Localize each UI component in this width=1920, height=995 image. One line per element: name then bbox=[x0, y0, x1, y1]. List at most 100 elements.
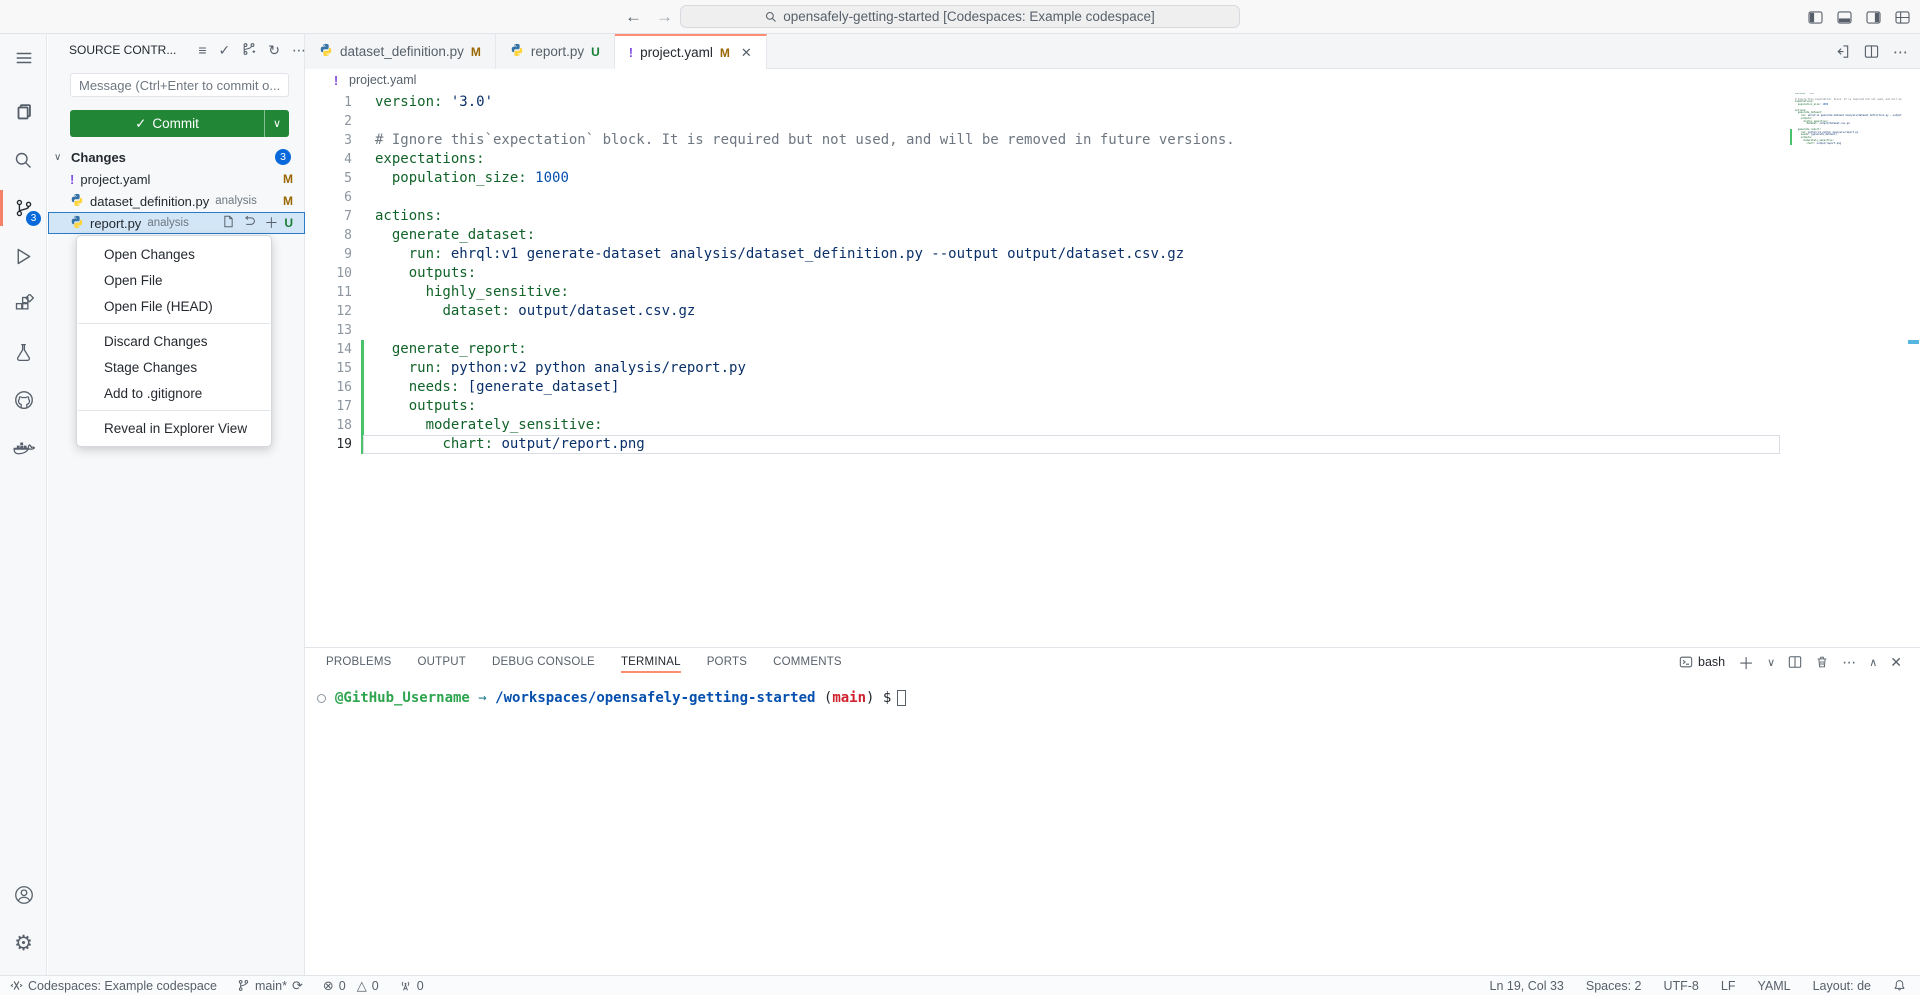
panel-tab-problems[interactable]: PROBLEMS bbox=[326, 648, 392, 676]
panel-tab-debug-console[interactable]: DEBUG CONSOLE bbox=[492, 648, 595, 676]
toggle-sidebar-icon[interactable] bbox=[1808, 11, 1823, 24]
commit-message-input[interactable]: Message (Ctrl+Enter to commit o... bbox=[70, 73, 289, 97]
scm-file-row[interactable]: dataset_definition.pyanalysisM bbox=[48, 190, 305, 212]
code-line[interactable]: 16 needs: [generate_dataset] bbox=[305, 378, 1920, 397]
code-line[interactable]: 1version: '3.0' bbox=[305, 93, 1920, 112]
kill-terminal-trash-icon[interactable] bbox=[1815, 655, 1829, 669]
code-line[interactable]: 7actions: bbox=[305, 207, 1920, 226]
split-editor-icon[interactable] bbox=[1864, 44, 1879, 59]
terminal-shell-label[interactable]: bash bbox=[1679, 655, 1725, 669]
maximize-panel-icon[interactable]: ∧ bbox=[1869, 656, 1877, 669]
editor-tab-dataset_definition.py[interactable]: dataset_definition.pyM bbox=[305, 34, 496, 69]
code-line[interactable]: 10 outputs: bbox=[305, 264, 1920, 283]
code-line[interactable]: 12 dataset: output/dataset.csv.gz bbox=[305, 302, 1920, 321]
more-actions-icon[interactable]: ⋯ bbox=[1893, 43, 1908, 61]
terminal-dropdown-icon[interactable]: ∨ bbox=[1767, 656, 1775, 669]
extensions-icon[interactable] bbox=[0, 280, 47, 328]
refresh-icon[interactable]: ↻ bbox=[268, 43, 280, 57]
language-mode[interactable]: YAML bbox=[1757, 979, 1790, 993]
code-line[interactable]: 8 generate_dataset: bbox=[305, 226, 1920, 245]
search-icon[interactable] bbox=[0, 136, 47, 184]
menu-item-open-file-head-[interactable]: Open File (HEAD) bbox=[77, 293, 271, 319]
indentation[interactable]: Spaces: 2 bbox=[1586, 979, 1642, 993]
more-actions-icon[interactable]: ⋯ bbox=[292, 43, 306, 57]
panel-tab-output[interactable]: OUTPUT bbox=[418, 648, 466, 676]
code-line[interactable]: 4expectations: bbox=[305, 150, 1920, 169]
terminal[interactable]: @GitHub_Username → /workspaces/opensafel… bbox=[317, 690, 906, 706]
ports-indicator[interactable]: 0 bbox=[399, 979, 424, 993]
code-line[interactable]: 6 bbox=[305, 188, 1920, 207]
stage-icon[interactable]: ＋ bbox=[264, 213, 278, 233]
forward-icon[interactable]: → bbox=[656, 7, 673, 27]
menu-item-discard-changes[interactable]: Discard Changes bbox=[77, 328, 271, 354]
scm-file-row[interactable]: report.pyanalysis＋U bbox=[48, 212, 305, 234]
close-panel-icon[interactable]: ✕ bbox=[1890, 654, 1902, 671]
panel-tab-terminal[interactable]: TERMINAL bbox=[621, 648, 681, 676]
back-icon[interactable]: ← bbox=[625, 7, 642, 27]
commit-check-icon[interactable]: ✓ bbox=[219, 43, 231, 57]
menu-item-stage-changes[interactable]: Stage Changes bbox=[77, 354, 271, 380]
new-terminal-icon[interactable]: ＋ bbox=[1738, 650, 1754, 674]
eol[interactable]: LF bbox=[1721, 979, 1736, 993]
accounts-icon[interactable] bbox=[0, 871, 47, 919]
docker-icon[interactable] bbox=[0, 424, 47, 472]
code-line[interactable]: 11 highly_sensitive: bbox=[305, 283, 1920, 302]
keyboard-layout[interactable]: Layout: de bbox=[1813, 979, 1871, 993]
branch-create-icon[interactable] bbox=[242, 42, 256, 58]
code-line[interactable]: 14 generate_report: bbox=[305, 340, 1920, 359]
code-line[interactable]: 5 population_size: 1000 bbox=[305, 169, 1920, 188]
menu-item-reveal-in-explorer-view[interactable]: Reveal in Explorer View bbox=[77, 415, 271, 441]
encoding[interactable]: UTF-8 bbox=[1663, 979, 1698, 993]
menu-icon[interactable] bbox=[0, 34, 47, 82]
testing-icon[interactable] bbox=[0, 328, 47, 376]
github-icon[interactable] bbox=[0, 376, 47, 424]
settings-gear-icon[interactable]: ⚙ bbox=[0, 919, 47, 967]
editor-tab-report.py[interactable]: report.pyU bbox=[496, 34, 615, 69]
editor-tab-project.yaml[interactable]: !project.yamlM✕ bbox=[615, 34, 767, 70]
code-line-current[interactable]: 19 chart: output/report.png bbox=[305, 435, 1920, 454]
code-line[interactable]: 9 run: ehrql:v1 generate-dataset analysi… bbox=[305, 245, 1920, 264]
overview-ruler[interactable] bbox=[1906, 91, 1920, 647]
open-file-icon[interactable] bbox=[222, 215, 235, 231]
menu-item-open-changes[interactable]: Open Changes bbox=[77, 241, 271, 267]
explorer-icon[interactable] bbox=[0, 88, 47, 136]
panel-more-icon[interactable]: ⋯ bbox=[1842, 654, 1856, 671]
breadcrumb[interactable]: ! project.yaml bbox=[305, 69, 1920, 91]
panel-tab-ports[interactable]: PORTS bbox=[707, 648, 747, 676]
close-tab-icon[interactable]: ✕ bbox=[741, 45, 752, 61]
code-line[interactable]: 13 bbox=[305, 321, 1920, 340]
menu-item-open-file[interactable]: Open File bbox=[77, 267, 271, 293]
cursor-position[interactable]: Ln 19, Col 33 bbox=[1490, 979, 1564, 993]
line-number: 8 bbox=[305, 226, 352, 245]
split-terminal-icon[interactable] bbox=[1788, 655, 1802, 669]
customize-layout-icon[interactable] bbox=[1895, 11, 1910, 24]
menu-item-add-to-gitignore[interactable]: Add to .gitignore bbox=[77, 380, 271, 406]
panel-tab-comments[interactable]: COMMENTS bbox=[773, 648, 842, 676]
run-debug-icon[interactable] bbox=[0, 232, 47, 280]
minimap[interactable]: version: '3.0'# Ignore this`expectation`… bbox=[1790, 93, 1902, 163]
view-as-list-icon[interactable]: ≡ bbox=[198, 43, 206, 57]
notifications-bell-icon[interactable] bbox=[1893, 979, 1906, 992]
scm-file-row[interactable]: !project.yamlM bbox=[48, 168, 305, 190]
code-line[interactable]: 3# Ignore this`expectation` block. It is… bbox=[305, 131, 1920, 150]
branch-indicator[interactable]: main* ⟳ bbox=[237, 978, 303, 994]
open-changes-icon[interactable] bbox=[1835, 44, 1850, 59]
toggle-panel-icon[interactable] bbox=[1837, 11, 1852, 24]
code-line[interactable]: 15 run: python:v2 python analysis/report… bbox=[305, 359, 1920, 378]
code-line[interactable]: 2 bbox=[305, 112, 1920, 131]
source-control-icon[interactable]: 3 bbox=[0, 184, 47, 232]
code-line[interactable]: 17 outputs: bbox=[305, 397, 1920, 416]
tab-label: project.yaml bbox=[640, 45, 713, 60]
git-status-letter: M bbox=[283, 194, 293, 208]
discard-icon[interactable] bbox=[243, 215, 256, 231]
remote-indicator[interactable]: Codespaces: Example codespace bbox=[10, 979, 217, 993]
code-line[interactable]: 18 moderately_sensitive: bbox=[305, 416, 1920, 435]
commit-button[interactable]: ✓ Commit ∨ bbox=[70, 110, 289, 137]
toggle-secondary-sidebar-icon[interactable] bbox=[1866, 11, 1881, 24]
commit-dropdown-button[interactable]: ∨ bbox=[264, 110, 289, 137]
warning-icon: ! bbox=[329, 73, 343, 88]
code-editor[interactable]: 1version: '3.0'23# Ignore this`expectati… bbox=[305, 91, 1920, 647]
command-center-search[interactable]: opensafely-getting-started [Codespaces: … bbox=[680, 5, 1240, 28]
problems-indicator[interactable]: ⊗ 0 △ 0 bbox=[323, 978, 379, 994]
changes-section-header[interactable]: ∨ Changes 3 bbox=[48, 146, 305, 168]
